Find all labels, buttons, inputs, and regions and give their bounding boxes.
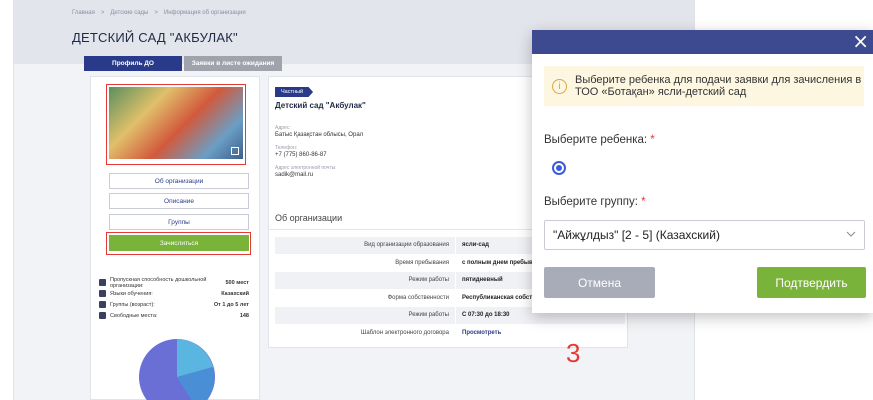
info-value: 500 мест: [225, 279, 249, 286]
info-label: Языки обучения:: [110, 290, 153, 297]
close-icon[interactable]: ×: [852, 31, 869, 51]
info-value: 148: [239, 312, 249, 319]
modal-header: ×: [532, 30, 873, 54]
left-card: Об организации Описание Группы Зачислить…: [90, 76, 260, 400]
breadcrumb-kindergartens[interactable]: Детские сады: [110, 10, 148, 16]
breadcrumb-current: Информация об организации: [163, 10, 246, 16]
table-key: Вид организации образования: [364, 242, 449, 249]
photo-highlight-box: [106, 84, 246, 165]
tab-waiting-list[interactable]: Заявки в листе ожидания: [184, 56, 282, 71]
address-value: Батыс Қазақстан облысы, Орал: [275, 132, 364, 138]
table-key: Форма собственности: [387, 294, 449, 301]
info-list: Пропускная способность дошкольной органи…: [99, 277, 249, 321]
age-groups-icon: [99, 301, 106, 308]
modal-notice: i Выберите ребенка для подачи заявки для…: [544, 66, 864, 106]
child-radio[interactable]: [552, 161, 566, 175]
page-title: ДЕТСКИЙ САД "АКБУЛАК": [72, 30, 238, 45]
child-label: Выберите ребенка: *: [544, 134, 655, 146]
contract-template-link[interactable]: Просмотреть: [455, 324, 625, 341]
group-label-text: Выберите группу:: [544, 196, 638, 208]
info-row-free-places: Свободные места: 148: [99, 310, 249, 321]
breadcrumb-home[interactable]: Главная: [72, 10, 95, 16]
cancel-button[interactable]: Отмена: [544, 267, 655, 298]
table-key: Режим работы: [408, 277, 449, 284]
tab-bar: Профиль ДО Заявки в листе ожидания: [84, 56, 282, 71]
info-row-groups: Группы (возраст): От 1 до 5 лет: [99, 299, 249, 310]
email-value: sadik@mail.ru: [275, 172, 314, 178]
groups-button[interactable]: Группы: [109, 214, 249, 230]
group-select-value: "Айжұлдыз" [2 - 5] (Казахский): [553, 228, 720, 242]
table-key: Режим работы: [408, 312, 449, 319]
chevron-down-icon: [846, 231, 856, 237]
about-heading: Об организации: [275, 213, 343, 223]
info-value: Казахский: [221, 290, 249, 297]
enroll-highlight-box: [106, 232, 251, 255]
enroll-modal: × i Выберите ребенка для подачи заявки д…: [532, 30, 873, 313]
confirm-button[interactable]: Подтвердить: [757, 267, 866, 298]
notice-text: Выберите ребенка для подачи заявки для з…: [575, 74, 862, 98]
breadcrumb-separator: >: [154, 10, 158, 16]
required-mark: *: [650, 134, 655, 146]
info-label: Свободные места:: [110, 312, 158, 319]
language-icon: [99, 290, 106, 297]
info-row-language: Языки обучения: Казахский: [99, 288, 249, 299]
info-icon: i: [552, 78, 567, 94]
group-select[interactable]: "Айжұлдыз" [2 - 5] (Казахский): [544, 220, 865, 250]
info-label: Группы (возраст):: [110, 301, 155, 308]
org-name: Детский сад "Акбулак": [275, 101, 366, 110]
info-label: Пропускная способность дошкольной органи…: [110, 276, 207, 289]
email-label: Адрес электронной почты:: [275, 165, 337, 171]
info-row-capacity: Пропускная способность дошкольной органи…: [99, 276, 249, 289]
info-value: От 1 до 5 лет: [213, 301, 249, 308]
free-places-icon: [99, 312, 106, 319]
child-label-text: Выберите ребенка:: [544, 134, 648, 146]
annotation-number-3: 3: [566, 338, 581, 368]
description-button[interactable]: Описание: [109, 193, 249, 209]
capacity-pie-chart: [139, 339, 215, 400]
phone-label: Телефон:: [275, 145, 298, 151]
ownership-badge: Частный: [275, 87, 314, 97]
breadcrumb: Главная > Детские сады > Информация об о…: [72, 10, 246, 16]
about-button[interactable]: Об организации: [109, 173, 249, 189]
table-key: Шаблон электронного договора: [360, 329, 449, 336]
capacity-icon: [99, 279, 106, 286]
tab-profile[interactable]: Профиль ДО: [84, 56, 182, 71]
phone-value: +7 (775) 860-86-87: [275, 152, 327, 158]
address-label: Адрес:: [275, 125, 291, 131]
group-label: Выберите группу: *: [544, 196, 646, 208]
breadcrumb-separator: >: [100, 10, 105, 16]
table-key: Время пребывания: [395, 259, 449, 266]
required-mark: *: [641, 196, 646, 208]
